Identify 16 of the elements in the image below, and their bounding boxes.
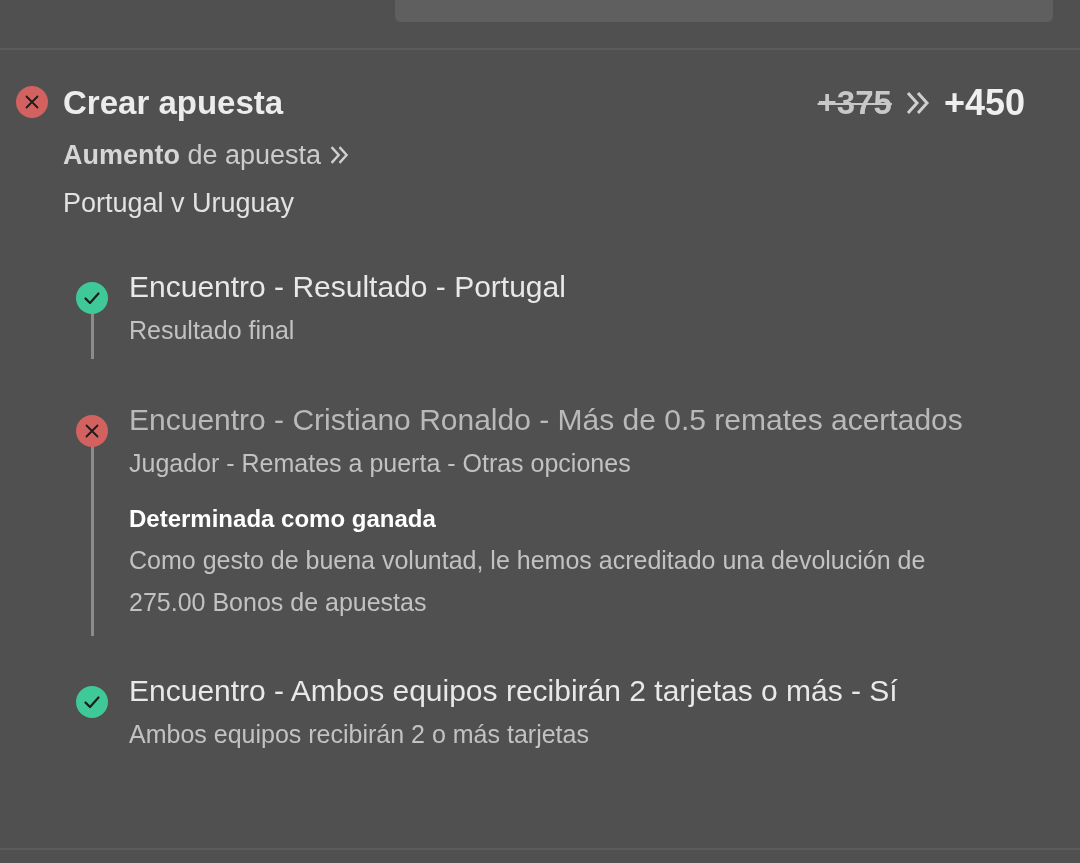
old-odds: +375 [817,83,892,123]
selection-title: Encuentro - Resultado - Portugal [129,269,566,305]
market-name: Resultado final [129,315,295,346]
new-odds: +450 [943,83,1025,123]
double-chevron-icon [905,92,930,114]
match-name: Portugal v Uruguay [63,187,295,220]
boost-label: Aumento de apuesta [63,139,322,172]
market-name: Jugador - Remates a puerta - Otras opciones [129,448,631,479]
note-title: Determinada como ganada [129,504,436,534]
bet-title: Crear apuesta [63,83,284,123]
timeline-connector [90,314,94,359]
note-text: Como gesto de buena voluntad, le hemos acreditado una devolución de 275.00 Bonos de apuestas [129,545,927,618]
double-chevron-icon [330,146,350,164]
selection-title: Encuentro - Ambos equipos recibirán 2 tarjetas o más - Sí [129,673,898,709]
selection-title: Encuentro - Cristiano Ronaldo - Más de 0.5 remates acertados [129,402,963,438]
market-name: Ambos equipos recibirán 2 o más tarjetas [129,719,589,750]
